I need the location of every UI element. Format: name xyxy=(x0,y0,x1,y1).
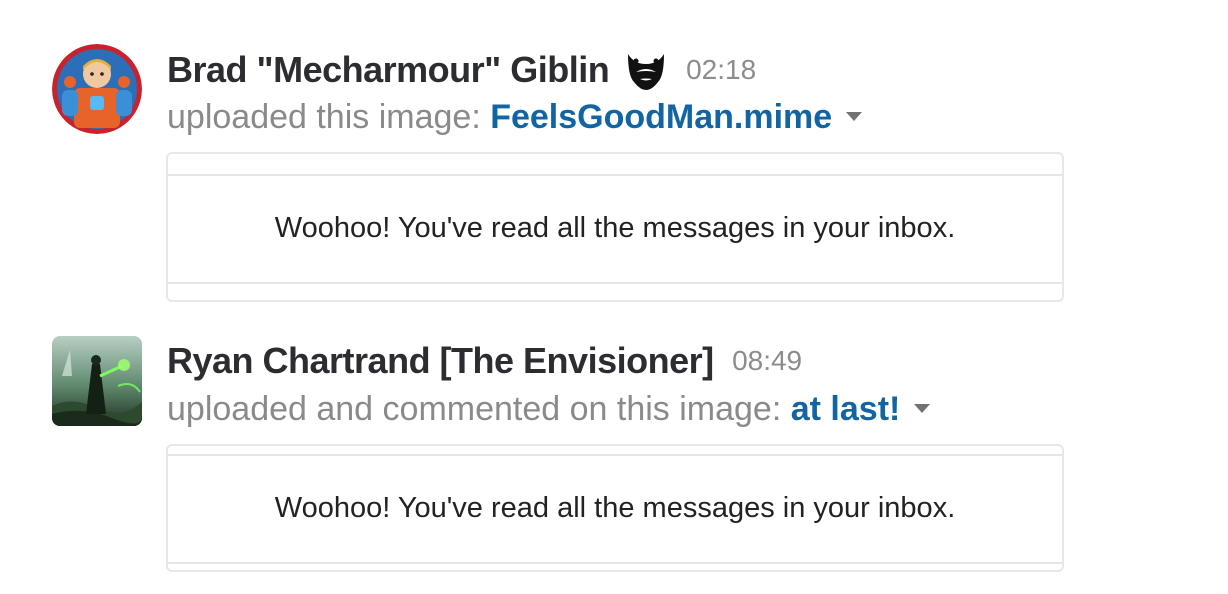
message-header: Brad "Mecharmour" Giblin 02:18 xyxy=(167,48,756,92)
message-subline: uploaded this image: FeelsGoodMan.mime xyxy=(167,98,863,137)
action-text: uploaded and commented on this image: xyxy=(167,390,791,428)
image-preview[interactable]: Woohoo! You've read all the messages in … xyxy=(166,152,1064,302)
file-link[interactable]: FeelsGoodMan.mime xyxy=(490,98,832,136)
action-text: uploaded this image: xyxy=(167,98,491,136)
image-preview[interactable]: Woohoo! You've read all the messages in … xyxy=(166,444,1064,572)
message-header: Ryan Chartrand [The Envisioner] 08:49 xyxy=(167,340,802,382)
author-name[interactable]: Ryan Chartrand [The Envisioner] xyxy=(167,340,714,381)
avatar[interactable] xyxy=(52,44,142,134)
author-name[interactable]: Brad "Mecharmour" Giblin xyxy=(167,49,610,90)
avatar[interactable] xyxy=(52,336,142,426)
message-subline: uploaded and commented on this image: at… xyxy=(167,390,931,429)
robot-avatar-icon xyxy=(52,44,142,134)
chevron-down-icon[interactable] xyxy=(846,111,863,121)
file-link[interactable]: at last! xyxy=(791,390,901,428)
preview-text: Woohoo! You've read all the messages in … xyxy=(274,212,956,244)
chevron-down-icon[interactable] xyxy=(914,403,931,413)
preview-text: Woohoo! You've read all the messages in … xyxy=(274,492,956,524)
wizard-avatar-icon xyxy=(52,336,142,426)
timestamp[interactable]: 08:49 xyxy=(732,345,802,376)
beard-icon xyxy=(624,48,668,92)
timestamp[interactable]: 02:18 xyxy=(686,54,756,85)
